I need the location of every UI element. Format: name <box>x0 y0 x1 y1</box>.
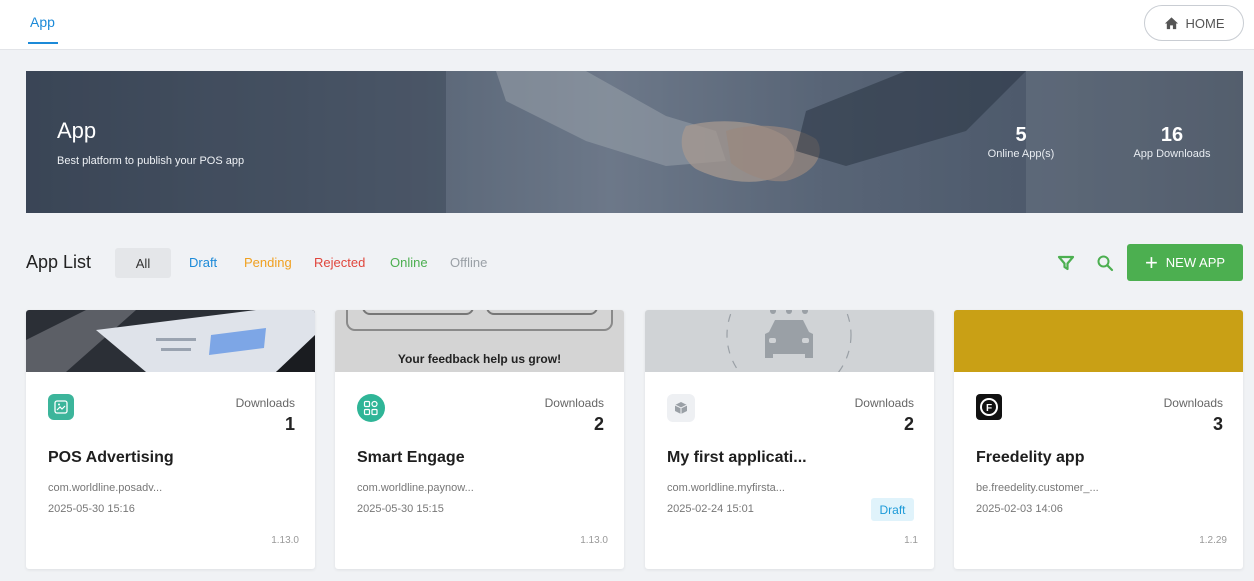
app-name: Freedelity app <box>976 449 1085 466</box>
status-badge: Draft <box>871 498 914 521</box>
app-cover-image <box>645 310 934 372</box>
filter-rejected[interactable]: Rejected <box>314 255 365 270</box>
filter-pending[interactable]: Pending <box>244 255 292 270</box>
app-card[interactable]: F Downloads 3 Freedelity app be.freedeli… <box>954 310 1243 569</box>
app-name: My first applicati... <box>667 449 807 466</box>
filter-all[interactable]: All <box>115 248 171 278</box>
filter-offline[interactable]: Offline <box>450 255 487 270</box>
downloads-count: 2 <box>903 414 914 434</box>
new-app-button[interactable]: + NEW APP <box>1127 244 1243 281</box>
app-cover-image <box>26 310 315 372</box>
app-version: 1.13.0 <box>580 535 608 546</box>
app-date: 2025-05-30 15:15 <box>357 503 444 515</box>
downloads-label: Downloads <box>1163 396 1223 410</box>
app-date: 2025-02-24 15:01 <box>667 503 754 515</box>
app-version: 1.1 <box>904 535 918 546</box>
downloads-count: 3 <box>1212 414 1223 434</box>
online-apps-label: Online App(s) <box>987 148 1055 160</box>
home-button[interactable]: HOME <box>1144 5 1244 41</box>
app-downloads-stat: 16 App Downloads <box>1112 123 1232 161</box>
filter-draft[interactable]: Draft <box>189 255 217 270</box>
cover-caption: Your feedback help us grow! <box>397 352 562 366</box>
banner-title: App <box>57 118 97 143</box>
svg-text:F: F <box>986 403 992 414</box>
apps-grid-icon <box>357 394 385 422</box>
downloads-label: Downloads <box>544 396 604 410</box>
plus-icon: + <box>1144 249 1158 275</box>
search-icon[interactable] <box>1096 254 1114 272</box>
top-bar: App HOME <box>0 0 1254 50</box>
hero-banner: App Best platform to publish your POS ap… <box>26 71 1243 213</box>
app-name: POS Advertising <box>48 449 174 466</box>
app-name: Smart Engage <box>357 449 465 466</box>
tab-active-indicator <box>28 42 58 44</box>
home-icon <box>1164 16 1178 29</box>
new-app-label: NEW APP <box>1165 255 1226 270</box>
app-version: 1.13.0 <box>271 535 299 546</box>
online-apps-stat: 5 Online App(s) <box>956 123 1086 161</box>
app-cover-image <box>954 310 1243 372</box>
online-apps-count: 5 <box>1015 124 1027 146</box>
gallery-icon <box>48 394 74 420</box>
cube-icon <box>667 394 695 422</box>
app-downloads-count: 16 <box>1160 124 1184 146</box>
app-list-title: App List <box>26 252 92 272</box>
app-cover-image: Your feedback help us grow! <box>335 310 624 372</box>
tab-app[interactable]: App <box>30 14 55 30</box>
downloads-count: 1 <box>284 414 295 434</box>
app-card[interactable]: Downloads 2 My first applicati... com.wo… <box>645 310 934 569</box>
app-downloads-label: App Downloads <box>1133 148 1211 160</box>
app-package: be.freedelity.customer_... <box>976 482 1099 494</box>
app-card[interactable]: Downloads 1 POS Advertising com.worldlin… <box>26 310 315 569</box>
home-button-label: HOME <box>1185 15 1225 31</box>
app-package: com.worldline.posadv... <box>48 482 163 494</box>
filter-online[interactable]: Online <box>390 255 428 270</box>
freedelity-logo-icon: F <box>976 394 1002 420</box>
downloads-count: 2 <box>593 414 604 434</box>
app-package: com.worldline.paynow... <box>357 482 474 494</box>
app-version: 1.2.29 <box>1199 535 1227 546</box>
filter-icon[interactable] <box>1057 254 1075 272</box>
app-package: com.worldline.myfirsta... <box>667 482 785 494</box>
banner-subtitle: Best platform to publish your POS app <box>57 155 245 167</box>
downloads-label: Downloads <box>235 396 295 410</box>
app-date: 2025-05-30 15:16 <box>48 503 135 515</box>
app-date: 2025-02-03 14:06 <box>976 503 1063 515</box>
downloads-label: Downloads <box>854 396 914 410</box>
app-card[interactable]: Your feedback help us grow! Downloads 2 … <box>335 310 624 569</box>
